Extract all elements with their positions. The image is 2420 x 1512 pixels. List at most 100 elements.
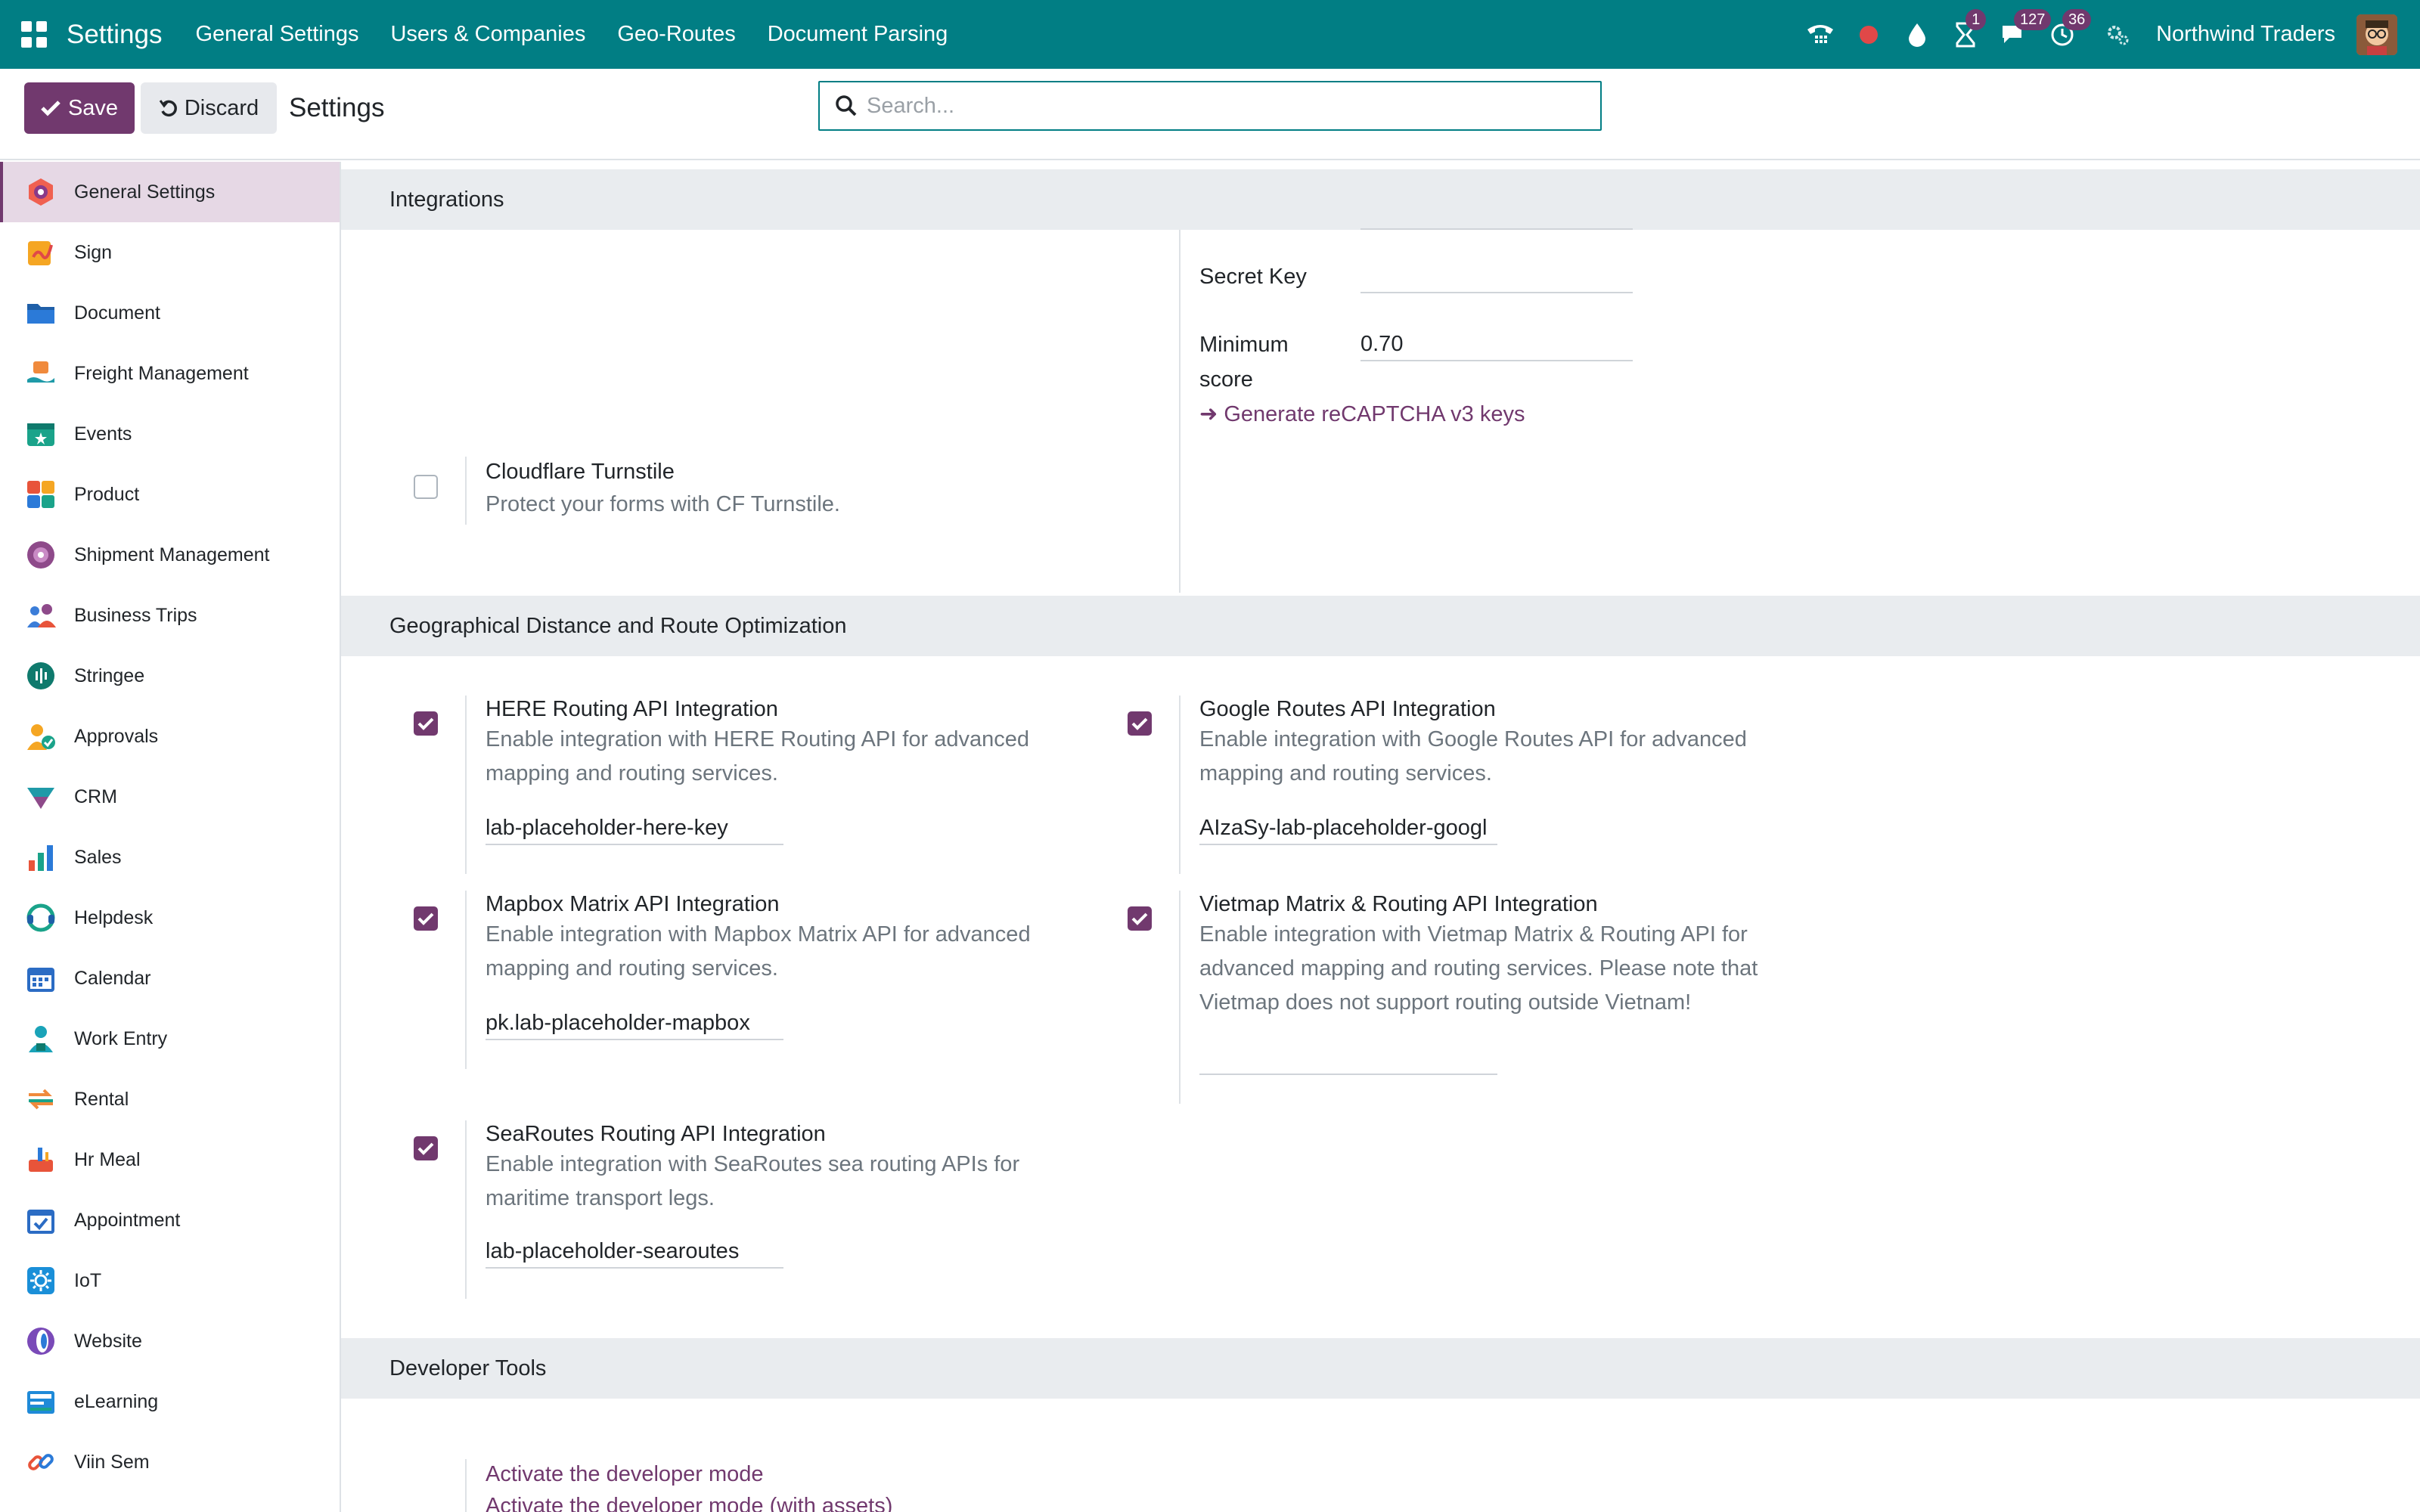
timer-badge: 36 [2062,8,2092,30]
sidebar-item-viin-sem[interactable]: Viin Sem [0,1432,340,1492]
settings-sidebar: General Settings Sign Document Freight M… [0,162,341,1512]
google-checkbox[interactable] [1128,711,1152,736]
sidebar-item-label: Sales [74,846,122,868]
min-score-label-line2: score [1199,367,1253,392]
sidebar-item-general-settings[interactable]: General Settings [0,162,340,222]
freight-icon [26,358,56,389]
searoutes-desc-line2: maritime transport legs. [486,1186,715,1210]
sidebar-item-document[interactable]: Document [0,283,340,343]
page-title: Settings [289,93,385,122]
sidebar-item-calendar[interactable]: Calendar [0,948,340,1009]
recaptcha-link[interactable]: ➜ Generate reCAPTCHA v3 keys [1199,401,1525,427]
vietmap-api-key-input[interactable] [1199,1042,1497,1075]
divider [465,891,467,1069]
menu-users-companies[interactable]: Users & Companies [390,22,585,47]
gears-icon[interactable] [2103,20,2133,50]
discard-label: Discard [184,95,259,120]
here-desc-line1: Enable integration with HERE Routing API… [486,727,1029,751]
min-score-input[interactable] [1360,328,1633,361]
activities-icon[interactable]: 1 [1950,8,1987,50]
vietmap-desc-line2: advanced mapping and routing services. P… [1199,956,1758,981]
messages-icon[interactable]: 127 [1999,8,2052,50]
sidebar-item-shipment-management[interactable]: Shipment Management [0,525,340,585]
field-underline [1360,228,1633,230]
search-input[interactable] [867,93,1547,119]
vietmap-checkbox[interactable] [1128,906,1152,931]
activate-developer-mode-link[interactable]: Activate the developer mode [486,1462,764,1487]
mapbox-checkbox[interactable] [414,906,438,931]
sidebar-item-product[interactable]: Product [0,464,340,525]
app-brand[interactable]: Settings [67,20,162,50]
arrow-right-icon: ➜ [1199,402,1224,426]
timer-icon[interactable]: 36 [2047,8,2092,50]
divider [1179,891,1181,1104]
sidebar-item-stringee[interactable]: Stringee [0,646,340,706]
undo-icon [159,100,177,117]
here-api-key-input[interactable] [486,812,783,845]
save-button[interactable]: Save [24,82,135,134]
sidebar-item-label: Calendar [74,967,151,989]
menu-general-settings[interactable]: General Settings [195,22,358,47]
sidebar-item-hr-meal[interactable]: Hr Meal [0,1129,340,1190]
divider [465,457,467,525]
sidebar-item-elearning[interactable]: eLearning [0,1371,340,1432]
sidebar-item-work-entry[interactable]: Work Entry [0,1009,340,1069]
check-icon [417,912,434,925]
user-avatar[interactable] [2356,14,2397,55]
search-box [818,81,1602,131]
website-icon [26,1326,56,1356]
geo-header: Geographical Distance and Route Optimiza… [341,596,2420,656]
apps-menu-icon[interactable] [21,20,48,48]
sidebar-item-website[interactable]: Website [0,1311,340,1371]
messages-badge: 127 [2014,8,2052,30]
activate-developer-mode-assets-link[interactable]: Activate the developer mode (with assets… [486,1494,892,1512]
google-api-key-input[interactable] [1199,812,1497,845]
menu-document-parsing[interactable]: Document Parsing [768,22,948,47]
here-checkbox[interactable] [414,711,438,736]
mapbox-api-key-input[interactable] [486,1007,783,1040]
sidebar-item-business-trips[interactable]: Business Trips [0,585,340,646]
searoutes-title: SeaRoutes Routing API Integration [486,1122,826,1146]
sidebar-item-freight-management[interactable]: Freight Management [0,343,340,404]
vietmap-desc-line3: Vietmap does not support routing outside… [1199,990,1692,1015]
sidebar-item-iot[interactable]: IoT [0,1250,340,1311]
turnstile-checkbox[interactable] [414,475,438,499]
record-icon[interactable] [1854,20,1884,50]
sidebar-item-events[interactable]: Events [0,404,340,464]
sidebar-item-helpdesk[interactable]: Helpdesk [0,888,340,948]
check-icon [1131,912,1148,925]
check-icon [1131,717,1148,730]
check-icon [417,1142,434,1155]
google-title: Google Routes API Integration [1199,697,1496,721]
sidebar-item-sales[interactable]: Sales [0,827,340,888]
searoutes-checkbox[interactable] [414,1136,438,1160]
sidebar-item-approvals[interactable]: Approvals [0,706,340,767]
sidebar-item-sign[interactable]: Sign [0,222,340,283]
divider [465,1120,467,1299]
sidebar-item-label: Rental [74,1088,129,1110]
sidebar-item-label: Business Trips [74,604,197,626]
rental-icon [26,1084,56,1114]
company-switcher[interactable]: Northwind Traders [2156,22,2335,47]
sidebar-item-label: IoT [74,1269,102,1291]
searoutes-api-key-input[interactable] [486,1235,783,1269]
phone-icon[interactable] [1805,20,1835,50]
approvals-icon [26,721,56,751]
google-desc-line2: mapping and routing services. [1199,761,1492,785]
helpdesk-icon [26,903,56,933]
search-icon [836,95,857,116]
sidebar-item-label: Appointment [74,1209,181,1231]
secret-key-label: Secret Key [1199,265,1307,289]
discard-button[interactable]: Discard [141,82,277,134]
menu-geo-routes[interactable]: Geo-Routes [617,22,735,47]
meal-icon [26,1145,56,1175]
divider [1179,230,1181,593]
developer-tools-header: Developer Tools [341,1338,2420,1399]
drop-icon[interactable] [1902,20,1932,50]
secret-key-input[interactable] [1360,260,1633,293]
sidebar-item-rental[interactable]: Rental [0,1069,340,1129]
save-label: Save [67,95,119,120]
sidebar-item-appointment[interactable]: Appointment [0,1190,340,1250]
sidebar-item-crm[interactable]: CRM [0,767,340,827]
appointment-icon [26,1205,56,1235]
